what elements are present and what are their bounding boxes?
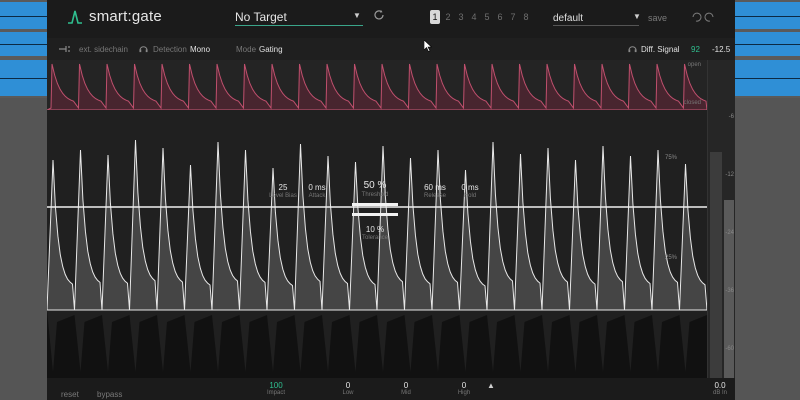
gate-envelope-lane: open closed <box>47 60 708 111</box>
mid-band-control[interactable]: 0 Mid <box>391 381 421 396</box>
preset-slot-3[interactable]: 3 <box>456 10 466 24</box>
mouse-cursor-icon <box>424 40 432 52</box>
chevron-down-icon: ▼ <box>633 12 641 21</box>
scale-25-label: 25% <box>665 255 678 261</box>
save-button[interactable]: save <box>648 13 667 23</box>
daw-track-clip[interactable] <box>0 2 47 29</box>
target-value: No Target <box>235 10 287 24</box>
undo-icon[interactable] <box>690 11 702 23</box>
mode-value[interactable]: Gating <box>259 45 283 54</box>
preset-value: default <box>553 13 584 24</box>
threshold-control[interactable]: 50 % Threshold <box>355 180 395 198</box>
gate-envelope-curve <box>47 63 708 111</box>
preset-slot-7[interactable]: 7 <box>508 10 518 24</box>
preset-slot-2[interactable]: 2 <box>443 10 453 24</box>
daw-track-clip[interactable] <box>0 32 47 56</box>
headphones-icon[interactable] <box>628 44 637 53</box>
refresh-icon[interactable] <box>373 9 385 21</box>
expand-arrow-icon[interactable]: ▲ <box>487 381 495 390</box>
daw-empty-area <box>0 98 47 400</box>
db-tick: -6 <box>728 114 734 120</box>
sidechain-icon[interactable] <box>59 45 71 53</box>
detection-label: Detection <box>153 45 187 54</box>
bottom-bar: reset bypass 100 Impact 0 Low 0 Mid 0 Hi… <box>47 378 735 400</box>
chevron-down-icon: ▼ <box>353 11 361 20</box>
db-tick: -12 <box>725 172 734 178</box>
preset-dropdown[interactable]: default ▼ <box>553 8 641 26</box>
hold-control[interactable]: 0 ms Hold <box>455 183 485 199</box>
tolerance-control[interactable]: 10 % Tolerance <box>355 225 395 241</box>
diff-signal-value[interactable]: 92 <box>691 45 700 54</box>
high-band-control[interactable]: 0 High <box>449 381 479 396</box>
target-dropdown[interactable]: No Target ▼ <box>235 8 363 26</box>
screen: smart:gate No Target ▼ 1 2 3 4 5 6 7 8 d… <box>0 0 800 400</box>
gate-open-label: open <box>687 62 701 68</box>
plugin-name: smart:gate <box>89 8 162 25</box>
redo-icon[interactable] <box>704 11 716 23</box>
plugin-window: smart:gate No Target ▼ 1 2 3 4 5 6 7 8 d… <box>47 0 735 400</box>
daw-track-clip[interactable] <box>735 60 800 96</box>
preset-slot-8[interactable]: 8 <box>521 10 531 24</box>
output-level-value: -12.5 <box>712 45 731 54</box>
level-meter: -6 -12 -24 -36 -60 <box>707 60 735 390</box>
daw-track-clip[interactable] <box>735 32 800 56</box>
gate-closed-label: closed <box>683 100 701 106</box>
diff-signal-label[interactable]: Diff. Signal <box>641 45 680 54</box>
db-tick: -36 <box>725 288 734 294</box>
daw-track-area-right <box>735 0 800 400</box>
daw-track-area-left <box>0 0 47 400</box>
sidechain-label[interactable]: ext. sidechain <box>79 45 128 54</box>
logo-icon <box>68 10 82 24</box>
preset-slot-6[interactable]: 6 <box>495 10 505 24</box>
daw-empty-area <box>735 98 800 400</box>
preset-slot-4[interactable]: 4 <box>469 10 479 24</box>
attack-control[interactable]: 0 ms Attack <box>301 183 333 199</box>
plugin-logo: smart:gate <box>67 8 162 25</box>
db-in-readout: 0.0 dB In <box>712 381 727 396</box>
db-tick: -60 <box>725 346 734 352</box>
mode-label: Mode <box>236 45 257 54</box>
waveform-graphic <box>47 139 708 390</box>
bypass-button[interactable]: bypass <box>97 390 122 399</box>
control-bar: ext. sidechain Detection Mono Mode Gatin… <box>47 38 735 60</box>
preset-slot-5[interactable]: 5 <box>482 10 492 24</box>
low-band-control[interactable]: 0 Low <box>333 381 363 396</box>
detection-value[interactable]: Mono <box>190 45 210 54</box>
headphones-icon[interactable] <box>139 44 148 53</box>
db-tick: -24 <box>725 230 734 236</box>
level-bias-control[interactable]: 25 Level Bias <box>265 183 301 199</box>
daw-track-clip[interactable] <box>735 2 800 29</box>
daw-track-clip[interactable] <box>0 60 47 96</box>
waveform-display[interactable]: 75% 25% <box>47 110 708 390</box>
preset-slot-1[interactable]: 1 <box>430 10 440 24</box>
reset-button[interactable]: reset <box>61 390 79 399</box>
meter-bar-in <box>710 152 722 390</box>
threshold-handle[interactable] <box>352 203 398 220</box>
impact-control[interactable]: 100 Impact <box>261 381 291 396</box>
plugin-header: smart:gate No Target ▼ 1 2 3 4 5 6 7 8 d… <box>47 0 735 38</box>
meter-bar-out <box>724 200 734 390</box>
release-control[interactable]: 60 ms Release <box>417 183 453 199</box>
scale-75-label: 75% <box>665 155 678 161</box>
preset-slots: 1 2 3 4 5 6 7 8 <box>430 10 531 24</box>
